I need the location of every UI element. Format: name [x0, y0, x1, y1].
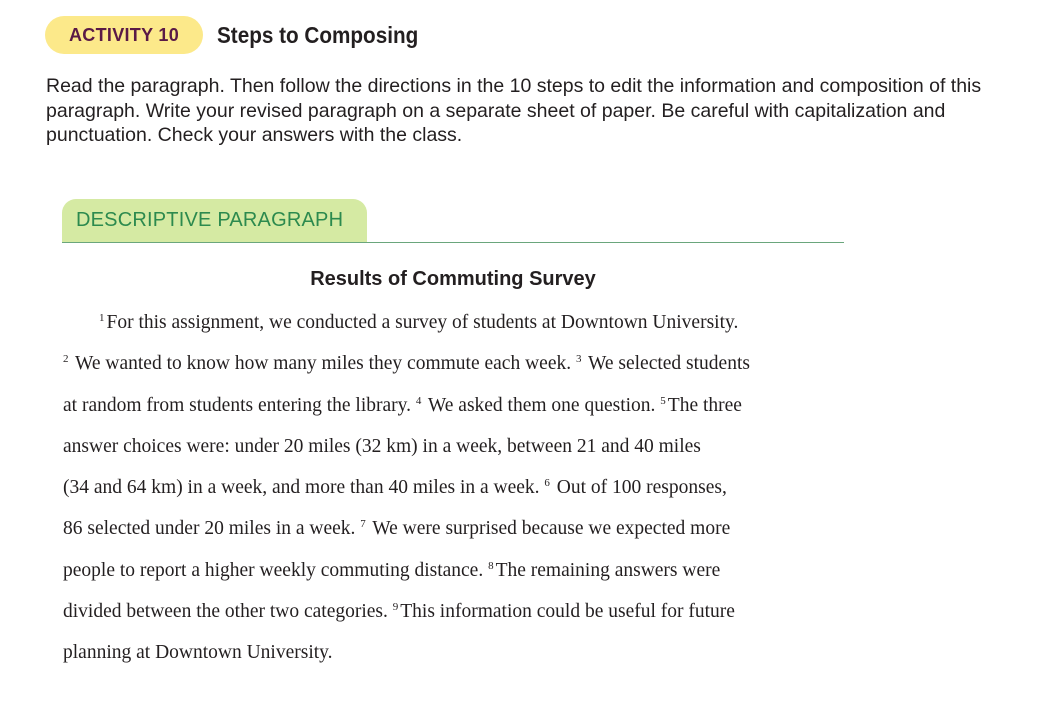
- sentence-text: We were surprised because we expected mo…: [367, 518, 731, 540]
- section-divider: [62, 242, 844, 243]
- sentence-number: 3: [575, 353, 582, 366]
- paragraph-line: 1 For this assignment, we conducted a sur…: [63, 309, 863, 350]
- sentence-text: at random from students entering the lib…: [63, 394, 416, 416]
- paragraph-line: divided between the other two categories…: [63, 598, 863, 639]
- sentence-text: people to report a higher weekly commuti…: [63, 559, 489, 581]
- instructions-text: Read the paragraph. Then follow the dire…: [46, 75, 982, 146]
- sentence-text: This information could be useful for fut…: [400, 601, 735, 623]
- sentence-text: Out of 100 responses,: [551, 477, 727, 499]
- sentence-text: 86 selected under 20 miles in a week.: [63, 518, 361, 540]
- paragraph-line: answer choices were: under 20 miles (32 …: [63, 433, 863, 474]
- activity-badge: ACTIVITY 10: [45, 16, 203, 54]
- sentence-number: 2: [63, 353, 69, 366]
- sentence-text: For this assignment, we conducted a surv…: [106, 312, 739, 333]
- sentence-text: divided between the other two categories…: [63, 601, 393, 623]
- paragraph-body: 1 For this assignment, we conducted a sur…: [63, 309, 863, 681]
- sentence-number: 7: [360, 518, 366, 531]
- sentence-number: 9: [392, 601, 399, 614]
- activity-header: ACTIVITY 10 Steps to Composing: [45, 16, 441, 54]
- paragraph-title: Results of Commuting Survey: [310, 268, 596, 290]
- paragraph-line: people to report a higher weekly commuti…: [63, 557, 863, 598]
- sentence-number: 5: [660, 394, 666, 407]
- paragraph-line: 86 selected under 20 miles in a week. 7 …: [63, 515, 863, 556]
- paragraph-line: 2 We wanted to know how many miles they …: [63, 350, 863, 391]
- activity-title: Steps to Composing: [217, 21, 419, 48]
- sentence-text: The three: [667, 394, 742, 416]
- paragraph-line: planning at Downtown University.: [63, 639, 863, 680]
- sentence-text: answer choices were: under 20 miles (32 …: [63, 435, 701, 457]
- section-label: DESCRIPTIVE PARAGRAPH: [76, 209, 344, 231]
- sentence-number: 8: [488, 559, 494, 572]
- section-tab: DESCRIPTIVE PARAGRAPH: [62, 199, 367, 242]
- paragraph-line: at random from students entering the lib…: [63, 392, 863, 433]
- sentence-number: 6: [544, 477, 550, 490]
- sentence-text: (34 and 64 km) in a week, and more than …: [63, 477, 545, 499]
- sentence-number: 1: [99, 312, 105, 324]
- sentence-text: We wanted to know how many miles they co…: [70, 353, 576, 375]
- sentence-text: planning at Downtown University.: [63, 642, 333, 664]
- paragraph-line: (34 and 64 km) in a week, and more than …: [63, 474, 863, 515]
- sentence-text: The remaining answers were: [495, 559, 721, 581]
- sentence-text: We asked them one question.: [423, 394, 661, 416]
- sentence-text: We selected students: [583, 353, 750, 375]
- sentence-number: 4: [415, 394, 422, 407]
